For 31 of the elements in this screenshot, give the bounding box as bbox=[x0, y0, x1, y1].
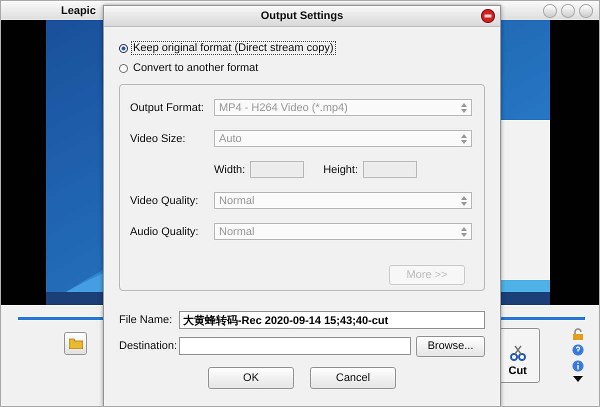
dropdown-arrow-icon[interactable] bbox=[573, 376, 583, 382]
spin-arrows-icon bbox=[461, 196, 467, 206]
help-icon[interactable] bbox=[572, 344, 584, 356]
window-title: Leapic bbox=[61, 4, 96, 16]
spin-arrows-icon bbox=[461, 134, 467, 144]
close-button[interactable] bbox=[481, 9, 495, 23]
format-radio[interactable]: Convert to another format bbox=[119, 58, 485, 78]
scissors-icon bbox=[508, 345, 527, 361]
spin-arrows-icon bbox=[461, 102, 467, 112]
open-folder-button[interactable] bbox=[64, 332, 88, 355]
browse-button[interactable]: Browse... bbox=[416, 336, 485, 356]
width-label: Width: bbox=[214, 164, 246, 176]
minimize-button[interactable] bbox=[543, 4, 557, 18]
height-label: Height: bbox=[323, 164, 358, 176]
file-name-field[interactable]: 大黄蜂转码-Rec 2020-09-14 15;43;40-cut bbox=[178, 311, 485, 329]
maximize-button[interactable] bbox=[561, 4, 575, 18]
setting-label: Video Quality: bbox=[130, 194, 200, 206]
cancel-button[interactable]: Cancel bbox=[310, 367, 396, 389]
setting-label: Video Size: bbox=[130, 132, 186, 144]
spin-arrows-icon bbox=[461, 226, 467, 236]
dialog-title: Output Settings bbox=[260, 10, 344, 22]
folder-icon bbox=[68, 338, 83, 349]
setting-label: Output Format: bbox=[130, 102, 205, 114]
format-radio[interactable]: Keep original format (Direct stream copy) bbox=[119, 38, 485, 58]
destination-label: Destination: bbox=[119, 340, 175, 352]
info-icon[interactable] bbox=[572, 360, 584, 372]
lock-icon[interactable] bbox=[572, 328, 584, 340]
destination-field[interactable] bbox=[179, 337, 411, 355]
file-name-label: File Name: bbox=[119, 314, 174, 326]
ok-button[interactable]: OK bbox=[208, 367, 294, 389]
setting-label: Audio Quality: bbox=[130, 226, 200, 238]
